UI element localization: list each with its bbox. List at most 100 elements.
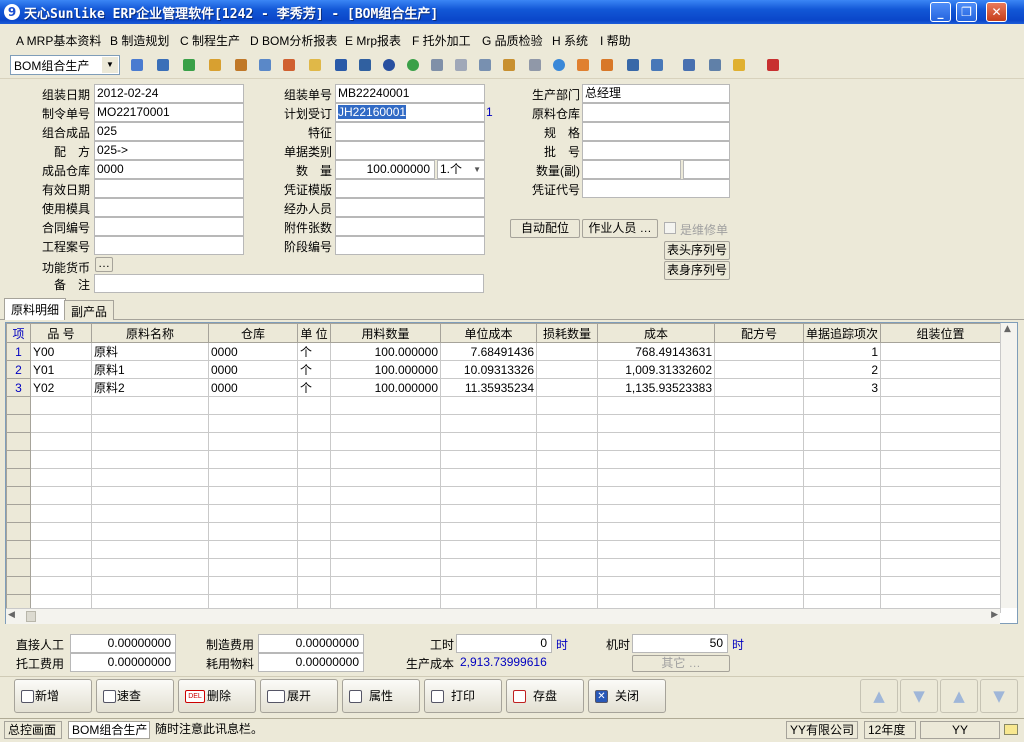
table-cell[interactable] (536, 576, 598, 595)
project-field[interactable] (94, 236, 244, 255)
row-number-cell[interactable] (6, 486, 31, 505)
table-cell[interactable]: Y00 (30, 342, 92, 361)
tool-help-icon[interactable] (380, 56, 398, 74)
column-header[interactable]: 组装位置 (880, 323, 1001, 343)
module-status-tab[interactable]: BOM组合生产 (68, 721, 150, 739)
table-cell[interactable] (714, 450, 804, 469)
tool-table-icon[interactable] (476, 56, 494, 74)
horizontal-scrollbar[interactable]: ◀ ▶ (6, 608, 1000, 624)
table-cell[interactable] (803, 486, 881, 505)
table-cell[interactable] (880, 450, 1001, 469)
plan-no-field[interactable]: JH22160001 (335, 103, 485, 122)
table-row[interactable]: 2 Y01 原料1 0000 个 100.000000 10.09313326 1,009.3… (6, 360, 1001, 379)
table-cell[interactable] (330, 432, 441, 451)
table-row[interactable] (6, 396, 1001, 415)
table-cell[interactable] (297, 414, 331, 433)
row-number-cell[interactable] (6, 576, 31, 595)
table-cell[interactable]: 0000 (208, 342, 298, 361)
contract-field[interactable] (94, 217, 244, 236)
next-record-button[interactable]: ▼ (900, 679, 938, 713)
outsource-field[interactable]: 0.00000000 (70, 653, 176, 672)
column-header[interactable]: 品 号 (30, 323, 92, 343)
first-record-button[interactable]: ▲ (860, 679, 898, 713)
table-cell[interactable]: Y02 (30, 378, 92, 397)
repair-checkbox[interactable] (664, 222, 676, 234)
tool-screen-icon[interactable] (624, 56, 642, 74)
table-cell[interactable]: 1 (803, 342, 881, 361)
table-cell[interactable] (30, 486, 92, 505)
menu-bom-report[interactable]: D BOM分析报表 (250, 32, 337, 49)
table-cell[interactable] (440, 414, 537, 433)
table-cell[interactable] (714, 540, 804, 559)
row-number-cell[interactable] (6, 468, 31, 487)
tool-window-icon[interactable] (680, 56, 698, 74)
voucher-template-field[interactable] (335, 179, 485, 198)
tool-home-icon[interactable] (256, 56, 274, 74)
direct-labor-field[interactable]: 0.00000000 (70, 634, 176, 653)
close-window-button[interactable]: ✕ (986, 2, 1007, 22)
table-cell[interactable]: 7.68491436 (440, 342, 537, 361)
table-cell[interactable] (597, 522, 715, 541)
column-header[interactable]: 成本 (597, 323, 715, 343)
table-cell[interactable]: 个 (297, 378, 331, 397)
tool-book-icon[interactable] (332, 56, 350, 74)
table-cell[interactable] (536, 414, 598, 433)
table-cell[interactable] (297, 522, 331, 541)
table-cell[interactable] (91, 468, 209, 487)
table-cell[interactable] (536, 450, 598, 469)
table-cell[interactable] (880, 504, 1001, 523)
table-cell[interactable] (330, 486, 441, 505)
tab-byproducts[interactable]: 副产品 (64, 300, 115, 320)
tool-refresh-icon[interactable] (648, 56, 666, 74)
column-header[interactable]: 损耗数量 (536, 323, 598, 343)
mfg-cost-field[interactable]: 0.00000000 (258, 634, 364, 653)
table-cell[interactable]: 原料 (91, 342, 209, 361)
auto-assign-button[interactable]: 自动配位 (510, 219, 580, 238)
table-cell[interactable]: 3 (803, 378, 881, 397)
table-cell[interactable] (91, 432, 209, 451)
dept-field[interactable]: 总经理 (582, 84, 730, 103)
table-cell[interactable] (536, 342, 598, 361)
table-cell[interactable] (440, 396, 537, 415)
tool-user-icon[interactable] (206, 56, 224, 74)
table-row[interactable] (6, 432, 1001, 451)
table-row[interactable]: 1 Y00 原料 0000 个 100.000000 7.68491436 768.49143… (6, 342, 1001, 361)
table-cell[interactable] (597, 468, 715, 487)
tool-tree-icon[interactable] (128, 56, 146, 74)
table-cell[interactable] (330, 522, 441, 541)
mode-select[interactable]: BOM组合生产 ▼ (10, 55, 120, 75)
table-cell[interactable] (803, 522, 881, 541)
qty-sub-unit-field[interactable] (683, 160, 730, 179)
table-cell[interactable] (30, 504, 92, 523)
table-cell[interactable] (30, 558, 92, 577)
tool-close-icon[interactable] (706, 56, 724, 74)
table-cell[interactable] (536, 522, 598, 541)
valid-date-field[interactable] (94, 179, 244, 198)
worker-button[interactable]: 作业人员 … (582, 219, 658, 238)
table-cell[interactable]: 个 (297, 360, 331, 379)
qty-sub-field[interactable] (582, 160, 681, 179)
table-cell[interactable] (30, 414, 92, 433)
table-cell[interactable] (297, 468, 331, 487)
table-cell[interactable]: 100.000000 (330, 360, 441, 379)
table-cell[interactable] (880, 576, 1001, 595)
table-cell[interactable] (208, 558, 298, 577)
column-header[interactable]: 用料数量 (330, 323, 441, 343)
table-cell[interactable] (880, 468, 1001, 487)
row-number-cell[interactable] (6, 522, 31, 541)
product-field[interactable]: 025 (94, 122, 244, 141)
table-cell[interactable] (803, 450, 881, 469)
app-icon[interactable]: 9 (4, 4, 20, 20)
table-cell[interactable] (91, 576, 209, 595)
table-cell[interactable] (536, 468, 598, 487)
minimize-button[interactable]: _ (930, 2, 951, 22)
table-cell[interactable]: 原料2 (91, 378, 209, 397)
table-cell[interactable] (880, 396, 1001, 415)
remark-field[interactable] (94, 274, 484, 293)
table-cell[interactable] (440, 486, 537, 505)
row-number-cell[interactable] (6, 414, 31, 433)
table-row[interactable] (6, 576, 1001, 595)
table-cell[interactable] (330, 468, 441, 487)
other-button[interactable]: 其它 … (632, 655, 730, 672)
table-cell[interactable] (536, 504, 598, 523)
